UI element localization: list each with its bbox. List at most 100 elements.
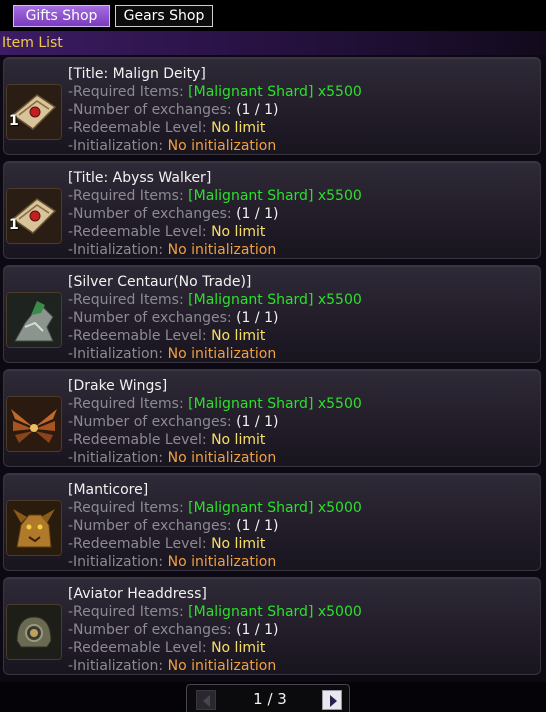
initialization-line: -Initialization: No initialization [68,657,276,675]
initialization-line: -Initialization: No initialization [68,553,276,571]
item-name: [Title: Malign Deity] [68,66,206,82]
item-row[interactable]: [Drake Wings] -Required Items: [Malignan… [3,369,541,467]
item-row[interactable]: 1 [Title: Malign Deity] -Required Items:… [3,57,541,155]
exchanges-value: (1 / 1) [236,206,279,222]
required-value: [Malignant Shard] x5500 [188,84,362,100]
level-value: No limit [211,328,266,344]
required-items-line: -Required Items: [Malignant Shard] x5000 [68,499,362,517]
item-name: [Manticore] [68,482,149,498]
item-count: 1 [9,113,19,129]
item-row[interactable]: [Silver Centaur(No Trade)] -Required Ite… [3,265,541,363]
level-value: No limit [211,536,266,552]
exchanges-label: -Number of exchanges: [68,310,237,326]
level-line: -Redeemable Level: No limit [68,327,265,345]
exchanges-label: -Number of exchanges: [68,622,237,638]
required-label: -Required Items: [68,396,189,412]
required-items-line: -Required Items: [Malignant Shard] x5500 [68,395,362,413]
init-label: -Initialization: [68,138,168,154]
item-row[interactable]: 1 [Title: Abyss Walker] -Required Items:… [3,161,541,259]
initialization-line: -Initialization: No initialization [68,137,276,155]
level-label: -Redeemable Level: [68,640,212,656]
level-label: -Redeemable Level: [68,536,212,552]
initialization-line: -Initialization: No initialization [68,449,276,467]
item-name: [Drake Wings] [68,378,168,394]
init-label: -Initialization: [68,450,168,466]
init-value: No initialization [167,658,277,674]
tab-gifts-shop[interactable]: Gifts Shop [13,5,110,27]
exchanges-value: (1 / 1) [236,518,279,534]
exchanges-value: (1 / 1) [236,622,279,638]
required-label: -Required Items: [68,292,189,308]
required-label: -Required Items: [68,500,189,516]
init-value: No initialization [167,138,277,154]
initialization-line: -Initialization: No initialization [68,241,276,259]
shop-tabs: Gifts Shop Gears Shop [0,0,546,31]
pagination: 1 / 3 [186,684,350,712]
required-value: [Malignant Shard] x5500 [188,188,362,204]
exchanges-line: -Number of exchanges: (1 / 1) [68,309,278,327]
title-scroll-icon [6,84,62,140]
required-items-line: -Required Items: [Malignant Shard] x5000 [68,603,362,621]
level-line: -Redeemable Level: No limit [68,119,265,137]
exchanges-label: -Number of exchanges: [68,206,237,222]
level-value: No limit [211,120,266,136]
item-list-title: Item List [0,31,546,55]
exchanges-label: -Number of exchanges: [68,518,237,534]
level-value: No limit [211,432,266,448]
level-line: -Redeemable Level: No limit [68,431,265,449]
required-items-line: -Required Items: [Malignant Shard] x5500 [68,187,362,205]
required-items-line: -Required Items: [Malignant Shard] x5500 [68,83,362,101]
init-label: -Initialization: [68,242,168,258]
required-label: -Required Items: [68,84,189,100]
page-number: 1 / 3 [253,690,287,708]
aviator-helmet-icon [6,604,62,660]
centaur-icon [6,292,62,348]
required-label: -Required Items: [68,604,189,620]
item-row[interactable]: [Aviator Headdress] -Required Items: [Ma… [3,577,541,675]
title-scroll-icon [6,188,62,244]
level-value: No limit [211,640,266,656]
manticore-icon [6,500,62,556]
exchanges-value: (1 / 1) [236,310,279,326]
required-value: [Malignant Shard] x5000 [188,604,362,620]
level-label: -Redeemable Level: [68,224,212,240]
init-value: No initialization [167,242,277,258]
item-row[interactable]: [Manticore] -Required Items: [Malignant … [3,473,541,571]
level-line: -Redeemable Level: No limit [68,223,265,241]
exchanges-line: -Number of exchanges: (1 / 1) [68,101,278,119]
item-name: [Aviator Headdress] [68,586,207,602]
item-list: 1 [Title: Malign Deity] -Required Items:… [0,55,546,682]
arrow-right-icon [330,695,337,707]
next-page-button[interactable] [322,690,342,710]
level-label: -Redeemable Level: [68,328,212,344]
exchanges-line: -Number of exchanges: (1 / 1) [68,413,278,431]
init-value: No initialization [167,554,277,570]
exchanges-value: (1 / 1) [236,414,279,430]
exchanges-label: -Number of exchanges: [68,102,237,118]
exchanges-line: -Number of exchanges: (1 / 1) [68,205,278,223]
required-value: [Malignant Shard] x5500 [188,396,362,412]
drake-wings-icon [6,396,62,452]
exchanges-label: -Number of exchanges: [68,414,237,430]
required-label: -Required Items: [68,188,189,204]
arrow-left-icon [203,695,210,707]
required-value: [Malignant Shard] x5000 [188,500,362,516]
item-count: 1 [9,217,19,233]
init-value: No initialization [167,346,277,362]
level-label: -Redeemable Level: [68,432,212,448]
item-name: [Silver Centaur(No Trade)] [68,274,252,290]
required-items-line: -Required Items: [Malignant Shard] x5500 [68,291,362,309]
exchanges-value: (1 / 1) [236,102,279,118]
level-line: -Redeemable Level: No limit [68,535,265,553]
init-value: No initialization [167,450,277,466]
item-name: [Title: Abyss Walker] [68,170,212,186]
initialization-line: -Initialization: No initialization [68,345,276,363]
init-label: -Initialization: [68,346,168,362]
init-label: -Initialization: [68,554,168,570]
exchanges-line: -Number of exchanges: (1 / 1) [68,517,278,535]
exchanges-line: -Number of exchanges: (1 / 1) [68,621,278,639]
tab-gears-shop[interactable]: Gears Shop [115,5,213,27]
previous-page-button[interactable] [196,690,216,710]
level-label: -Redeemable Level: [68,120,212,136]
level-line: -Redeemable Level: No limit [68,639,265,657]
